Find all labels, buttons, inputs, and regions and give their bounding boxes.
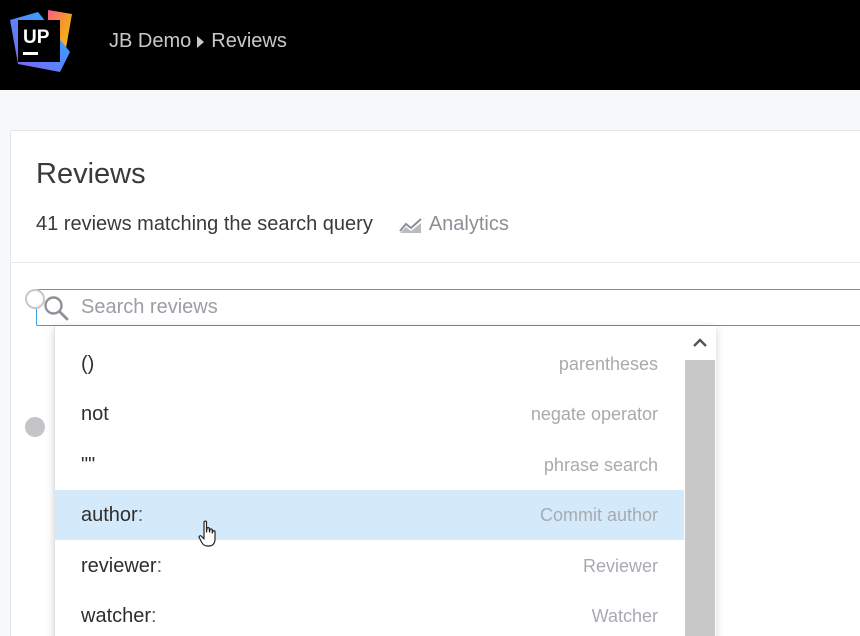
page-title: Reviews [36,158,146,190]
breadcrumb-project[interactable]: JB Demo [109,30,191,53]
breadcrumb: JB Demo Reviews [109,30,287,53]
suggestion-watcher[interactable]: watcher: Watcher [55,591,684,636]
suggestion-key: watcher [81,604,152,627]
scroll-up-button[interactable] [685,326,715,360]
suggestion-key: not [81,402,109,425]
scrollbar-thumb[interactable] [685,360,715,636]
suggestion-key: () [81,352,95,375]
suggestion-description: Reviewer [582,555,658,576]
suggestion-description: Commit author [539,504,658,525]
analytics-link[interactable]: Analytics [399,213,509,236]
analytics-label: Analytics [428,213,509,235]
search-input[interactable] [81,296,781,319]
suggestion-key: "" [81,453,96,476]
suggestion-suffix: : [151,604,157,627]
upsource-logo[interactable]: UP [8,8,74,74]
review-select-radio-filled[interactable] [25,417,45,437]
suggestion-key: author [81,503,138,526]
suggestion-description: parentheses [558,353,658,374]
search-icon [44,295,69,320]
search-suggestions-dropdown: () parentheses not negate operator "" ph… [54,326,716,636]
review-select-radio[interactable] [25,289,45,309]
breadcrumb-separator-icon [197,35,205,48]
dropdown-scrollbar[interactable] [685,326,715,636]
divider [11,262,860,263]
suggestion-suffix: : [156,554,163,577]
suggestion-not[interactable]: not negate operator [55,389,684,439]
suggestion-author[interactable]: author: Commit author [55,490,684,540]
suggestion-suffix: : [137,503,144,526]
summary-row: 41 reviews matching the search query Ana… [36,213,509,236]
reviews-count-text: 41 reviews matching the search query [36,213,373,235]
top-bar: UP JB Demo Reviews [0,0,860,90]
logo-text: UP [23,27,50,48]
suggestion-parentheses[interactable]: () parentheses [55,339,684,389]
suggestion-reviewer[interactable]: reviewer: Reviewer [55,541,684,591]
analytics-chart-icon [399,217,422,233]
suggestion-description: negate operator [530,403,658,424]
chevron-up-icon [693,338,707,347]
suggestion-phrase[interactable]: "" phrase search [55,440,684,490]
suggestion-description: Watcher [591,605,658,626]
suggestion-key: reviewer [81,554,157,577]
hand-pointer-cursor-icon [198,520,216,547]
suggestion-description: phrase search [543,454,658,475]
search-box[interactable] [36,289,860,326]
breadcrumb-page[interactable]: Reviews [211,30,287,53]
